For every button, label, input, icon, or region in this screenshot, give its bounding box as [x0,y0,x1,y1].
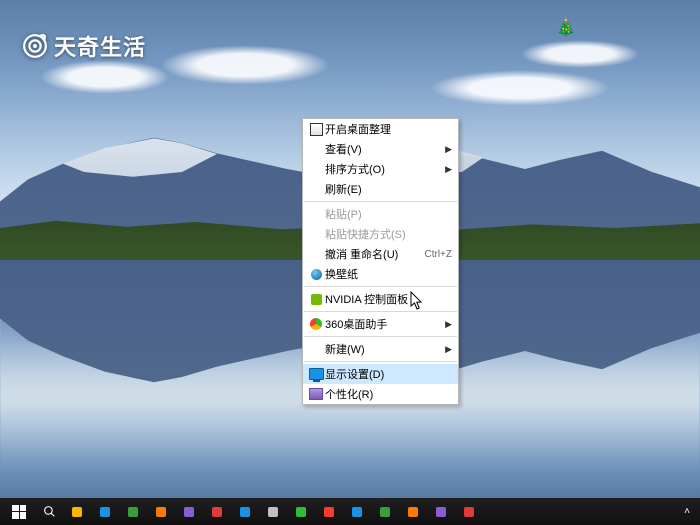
cloud [160,45,330,85]
watermark-text: 天奇生活 [54,30,146,62]
watermark-logo-icon [22,33,48,59]
app-icon [296,507,306,517]
taskbar-app-14[interactable] [456,500,482,523]
taskbar[interactable]: ˄ [0,498,700,525]
ctx-item-label: 粘贴快捷方式(S) [325,226,452,242]
blank-icon [307,181,325,197]
taskbar-app-8[interactable] [288,500,314,523]
tree-ornament-icon: 🎄 [556,18,576,38]
blank-icon [307,206,325,222]
taskbar-pinned-apps [64,500,482,523]
windows-logo-icon [12,505,26,519]
ctx-item-nvidia[interactable]: NVIDIA 控制面板 [303,289,458,309]
cloud [40,60,170,94]
taskbar-app-0[interactable] [64,500,90,523]
ctx-item-label: 360桌面助手 [325,316,439,332]
app-icon [128,507,138,517]
ctx-item-label: 换壁纸 [325,266,452,282]
app-icon [240,507,250,517]
organize-icon [307,121,325,137]
ctx-item-label: 刷新(E) [325,181,452,197]
ctx-item-label: 粘贴(P) [325,206,452,222]
app-icon [184,507,194,517]
blank-icon [307,161,325,177]
ctx-item-label: 排序方式(O) [325,161,439,177]
ctx-item-label: 撤消 重命名(U) [325,246,417,262]
ctx-item-360[interactable]: 360桌面助手 ▶ [303,314,458,334]
app-icon [100,507,110,517]
ctx-item-label: NVIDIA 控制面板 [325,291,452,307]
ctx-item-new[interactable]: 新建(W) ▶ [303,339,458,359]
taskbar-app-13[interactable] [428,500,454,523]
taskbar-app-1[interactable] [92,500,118,523]
taskbar-app-6[interactable] [232,500,258,523]
chevron-right-icon: ▶ [445,344,452,355]
ctx-item-display[interactable]: 显示设置(D) [303,364,458,384]
app-icon [352,507,362,517]
desktop[interactable]: 🎄 天奇生活 开启桌面整理查看(V) ▶ 排序方式(O) ▶ 刷新(E) 粘贴(P) 粘贴快… [0,0,700,525]
ctx-item-undo[interactable]: 撤消 重命名(U) Ctrl+Z [303,244,458,264]
start-button[interactable] [4,500,34,523]
display-icon [307,366,325,382]
taskbar-app-5[interactable] [204,500,230,523]
tray-chevron-up-icon[interactable]: ˄ [684,506,690,517]
cloud [430,70,610,106]
watermark: 天奇生活 [22,30,146,62]
taskbar-app-7[interactable] [260,500,286,523]
app-icon [380,507,390,517]
ctx-item-label: 查看(V) [325,141,439,157]
app-icon [156,507,166,517]
blank-icon [307,141,325,157]
ctx-item-label: 新建(W) [325,341,439,357]
app-icon [464,507,474,517]
app-icon [436,507,446,517]
blank-icon [307,246,325,262]
ctx-item-sort[interactable]: 排序方式(O) ▶ [303,159,458,179]
ctx-item-personal[interactable]: 个性化(R) [303,384,458,404]
blank-icon [307,226,325,242]
ctx-item-wallpaper[interactable]: 换壁纸 [303,264,458,284]
taskbar-app-10[interactable] [344,500,370,523]
ctx-item-label: 个性化(R) [325,386,452,402]
app-icon [72,507,82,517]
taskbar-search-button[interactable] [36,500,62,523]
taskbar-app-2[interactable] [120,500,146,523]
ctx-item-paste: 粘贴(P) [303,204,458,224]
taskbar-app-9[interactable] [316,500,342,523]
nvidia-icon [307,291,325,307]
chevron-right-icon: ▶ [445,319,452,330]
ctx-item-label: 开启桌面整理 [325,121,452,137]
taskbar-app-11[interactable] [372,500,398,523]
taskbar-app-12[interactable] [400,500,426,523]
chevron-right-icon: ▶ [445,144,452,155]
ctx-item-paste-sc: 粘贴快捷方式(S) [303,224,458,244]
app-icon [324,507,334,517]
personalize-icon [307,386,325,402]
ctx-item-shortcut: Ctrl+Z [425,249,453,260]
cloud [520,40,640,68]
360-icon [307,316,325,332]
taskbar-app-4[interactable] [176,500,202,523]
ctx-item-label: 显示设置(D) [325,366,452,382]
search-icon [43,505,56,518]
ctx-item-view[interactable]: 查看(V) ▶ [303,139,458,159]
system-tray[interactable]: ˄ [684,506,696,517]
desktop-context-menu[interactable]: 开启桌面整理查看(V) ▶ 排序方式(O) ▶ 刷新(E) 粘贴(P) 粘贴快捷方式(S) 撤… [302,118,459,405]
app-icon [268,507,278,517]
ctx-item-organize[interactable]: 开启桌面整理 [303,119,458,139]
taskbar-app-3[interactable] [148,500,174,523]
app-icon [212,507,222,517]
wallpaper-icon [307,266,325,282]
blank-icon [307,341,325,357]
app-icon [408,507,418,517]
chevron-right-icon: ▶ [445,164,452,175]
ctx-item-refresh[interactable]: 刷新(E) [303,179,458,199]
